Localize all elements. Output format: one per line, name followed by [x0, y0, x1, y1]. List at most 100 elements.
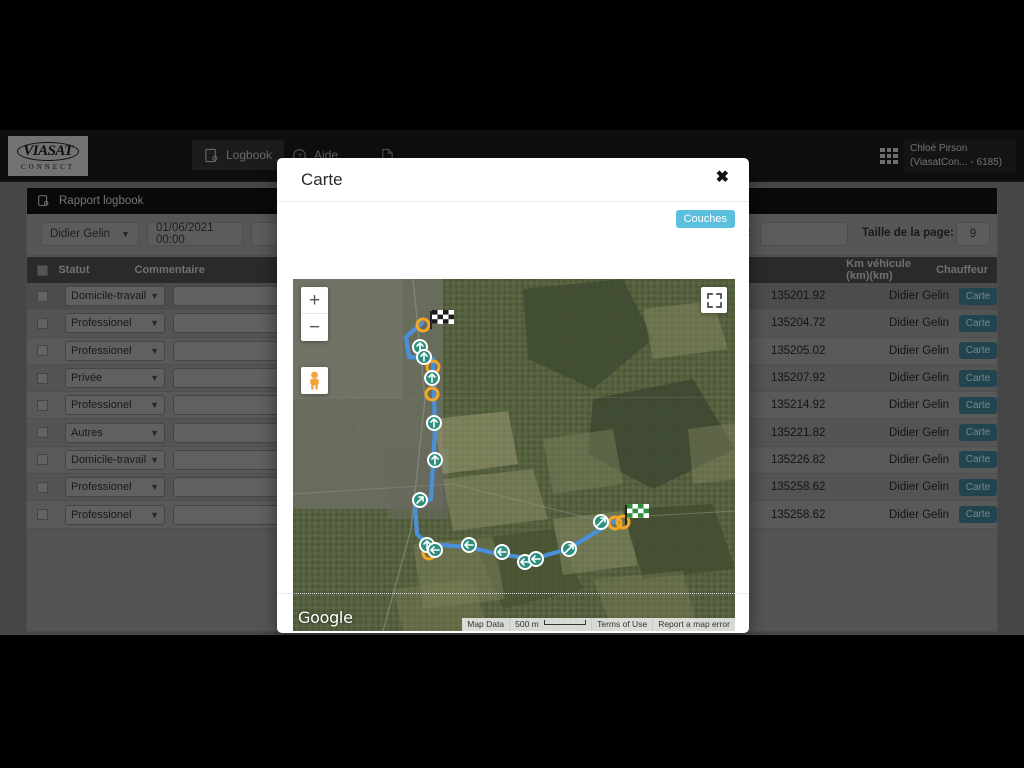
row-km-value: 135214.92 — [771, 399, 826, 412]
fullscreen-icon[interactable] — [701, 287, 727, 313]
nav-item-logbook[interactable]: Logbook — [192, 140, 285, 170]
close-icon[interactable]: ✖ — [716, 167, 729, 187]
logbook-icon — [204, 148, 219, 163]
row-checkbox[interactable] — [37, 481, 65, 493]
row-statut-value: Domicile-travail — [71, 290, 147, 303]
map-attribution: Map Data 500 m Terms of Use Report a map… — [462, 618, 735, 631]
google-watermark: Google — [298, 608, 353, 627]
row-checkbox[interactable] — [37, 427, 65, 439]
row-commentaire-select[interactable]: ▼ — [173, 395, 291, 416]
map-zoom-control[interactable]: + − — [301, 287, 328, 341]
chevron-down-icon: ▼ — [150, 509, 159, 520]
logo-wordmark: VIASAT — [17, 141, 79, 161]
attr-map-data: Map Data — [467, 619, 505, 629]
row-chauffeur-value: Didier Gelin — [889, 344, 950, 357]
row-statut-value: Professionel — [71, 481, 132, 494]
zoom-out-button[interactable]: − — [301, 314, 328, 341]
row-checkbox[interactable] — [37, 399, 65, 411]
row-chauffeur-value: Didier Gelin — [889, 290, 950, 303]
carte-modal: Carte ✖ Couches + − Google Map Data 500 … — [277, 158, 749, 633]
row-commentaire-select[interactable]: ▼ — [173, 477, 291, 498]
date-from-input[interactable]: 01/06/2021 00:00 — [147, 222, 243, 246]
row-statut-value: Autres — [71, 426, 103, 439]
row-chauffeur-value: Didier Gelin — [889, 453, 950, 466]
filtre-input[interactable] — [760, 222, 848, 246]
row-km-value: 135207.92 — [771, 372, 826, 385]
row-checkbox[interactable] — [37, 454, 65, 466]
row-km-value: 135221.82 — [771, 426, 826, 439]
chevron-down-icon: ▼ — [150, 482, 159, 493]
street-view-pegman-icon[interactable] — [301, 367, 328, 394]
row-carte-button[interactable]: Carte — [959, 342, 997, 360]
col-header-commentaire: Commentaire — [134, 264, 205, 276]
row-statut-value: Privée — [71, 372, 103, 385]
row-checkbox[interactable] — [37, 345, 65, 357]
apps-grid-icon[interactable] — [880, 148, 898, 164]
map-scale-text: 500 m — [515, 619, 539, 629]
row-checkbox[interactable] — [37, 372, 65, 384]
user-name: Chloé Pirson — [910, 143, 968, 154]
row-statut-select[interactable]: Privée ▼ — [65, 368, 165, 389]
map-scale: 500 m — [509, 618, 591, 631]
driver-select-value: Didier Gelin — [50, 228, 111, 240]
row-statut-select[interactable]: Autres ▼ — [65, 422, 165, 443]
modal-body: Couches + − Google Map Data 500 m Terms … — [277, 202, 749, 631]
row-statut-select[interactable]: Domicile-travail ▼ — [65, 286, 165, 307]
row-chauffeur-value: Didier Gelin — [889, 317, 950, 330]
row-checkbox[interactable] — [37, 509, 65, 521]
row-commentaire-select[interactable]: ▼ — [173, 422, 291, 443]
row-carte-button[interactable]: Carte — [959, 478, 997, 496]
row-checkbox[interactable] — [37, 290, 65, 302]
row-carte-button[interactable]: Carte — [959, 424, 997, 442]
row-commentaire-select[interactable]: ▼ — [173, 286, 291, 307]
row-km-value: 135258.62 — [771, 481, 826, 494]
attr-terms-of-use[interactable]: Terms of Use — [591, 618, 652, 631]
row-km-value: 135258.62 — [771, 508, 826, 521]
row-carte-button[interactable]: Carte — [959, 287, 997, 305]
row-checkbox[interactable] — [37, 317, 65, 329]
row-chauffeur-value: Didier Gelin — [889, 372, 950, 385]
viasat-logo: VIASAT CONNECT — [8, 136, 88, 176]
row-statut-select[interactable]: Professionel ▼ — [65, 395, 165, 416]
row-statut-value: Professionel — [71, 317, 132, 330]
nav-item-logbook-label: Logbook — [226, 148, 273, 162]
row-statut-value: Professionel — [71, 399, 132, 412]
row-carte-button[interactable]: Carte — [959, 396, 997, 414]
row-statut-value: Domicile-travail — [71, 453, 147, 466]
row-commentaire-select[interactable]: ▼ — [173, 504, 291, 525]
select-all-checkbox[interactable] — [37, 264, 58, 276]
page-size-input[interactable]: 9 — [956, 222, 990, 246]
row-statut-value: Professionel — [71, 508, 132, 521]
zoom-in-button[interactable]: + — [301, 287, 328, 314]
row-commentaire-select[interactable]: ▼ — [173, 340, 291, 361]
row-chauffeur-value: Didier Gelin — [889, 426, 950, 439]
start-flag-icon — [430, 310, 454, 329]
row-carte-button[interactable]: Carte — [959, 451, 997, 469]
chevron-down-icon: ▼ — [150, 373, 159, 384]
modal-header: Carte ✖ — [277, 158, 749, 202]
row-carte-button[interactable]: Carte — [959, 506, 997, 524]
col-header-statut: Statut — [58, 264, 90, 276]
row-statut-value: Professionel — [71, 344, 132, 357]
user-account-box[interactable]: Chloé Pirson (ViasatCon... - 6185) — [904, 140, 1016, 172]
row-statut-select[interactable]: Domicile-travail ▼ — [65, 449, 165, 470]
google-map[interactable]: + − Google Map Data 500 m Terms of Use R… — [293, 279, 735, 631]
date-from-value: 01/06/2021 00:00 — [156, 222, 214, 246]
row-commentaire-select[interactable]: ▼ — [173, 449, 291, 470]
row-carte-button[interactable]: Carte — [959, 369, 997, 387]
attr-report-error[interactable]: Report a map error — [652, 618, 735, 631]
col-header-km: Km véhicule (km)(km) — [846, 258, 911, 282]
row-statut-select[interactable]: Professionel ▼ — [65, 504, 165, 525]
row-statut-select[interactable]: Professionel ▼ — [65, 340, 165, 361]
logo-tagline: CONNECT — [20, 162, 76, 171]
row-commentaire-select[interactable]: ▼ — [173, 368, 291, 389]
col-header-chauffeur: Chauffeur — [936, 264, 989, 276]
row-statut-select[interactable]: Professionel ▼ — [65, 477, 165, 498]
modal-title: Carte — [301, 170, 343, 189]
couches-button[interactable]: Couches — [675, 210, 735, 228]
row-km-value: 135204.72 — [771, 317, 826, 330]
row-commentaire-select[interactable]: ▼ — [173, 313, 291, 334]
driver-select[interactable]: Didier Gelin ▼ — [41, 222, 139, 246]
row-statut-select[interactable]: Professionel ▼ — [65, 313, 165, 334]
row-carte-button[interactable]: Carte — [959, 314, 997, 332]
